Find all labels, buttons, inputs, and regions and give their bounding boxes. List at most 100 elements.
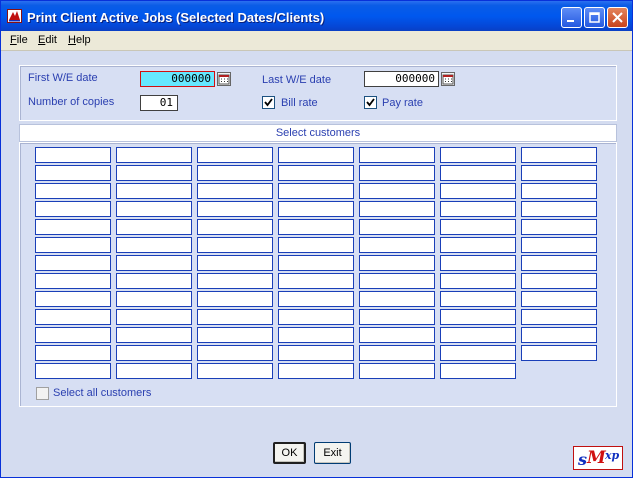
customer-field[interactable] [197,219,273,235]
close-button[interactable] [607,7,628,28]
customer-field[interactable] [440,327,516,343]
customer-field[interactable] [197,201,273,217]
customer-field[interactable] [521,291,597,307]
customer-field[interactable] [116,291,192,307]
customer-field[interactable] [278,327,354,343]
customer-field[interactable] [440,363,516,379]
menu-help[interactable]: Help [68,34,91,46]
customer-field[interactable] [116,327,192,343]
customer-field[interactable] [35,273,111,289]
first-we-calendar-button[interactable] [217,72,231,86]
customer-field[interactable] [278,255,354,271]
customer-field[interactable] [359,237,435,253]
customer-field[interactable] [521,183,597,199]
customer-field[interactable] [35,237,111,253]
customer-field[interactable] [35,201,111,217]
customer-field[interactable] [278,291,354,307]
customer-field[interactable] [197,147,273,163]
customer-field[interactable] [521,309,597,325]
customer-field[interactable] [278,237,354,253]
select-all-customers-checkbox[interactable] [36,387,49,400]
customer-field[interactable] [116,255,192,271]
customer-field[interactable] [359,255,435,271]
customer-field[interactable] [521,237,597,253]
customer-field[interactable] [116,363,192,379]
customer-field[interactable] [197,327,273,343]
menu-file[interactable]: File [10,34,28,46]
customer-field[interactable] [197,237,273,253]
customer-field[interactable] [35,345,111,361]
customer-field[interactable] [278,345,354,361]
customer-field[interactable] [440,291,516,307]
customer-field[interactable] [278,147,354,163]
customer-field[interactable] [359,183,435,199]
bill-rate-checkbox[interactable] [262,96,275,109]
customer-field[interactable] [278,183,354,199]
customer-field[interactable] [359,291,435,307]
customer-field[interactable] [440,273,516,289]
customer-field[interactable] [359,219,435,235]
customer-field[interactable] [278,165,354,181]
customer-field[interactable] [359,327,435,343]
minimize-button[interactable] [561,7,582,28]
customer-field[interactable] [116,237,192,253]
customer-field[interactable] [440,237,516,253]
customer-field[interactable] [278,273,354,289]
customer-field[interactable] [35,183,111,199]
customer-field[interactable] [197,363,273,379]
customer-field[interactable] [359,363,435,379]
customer-field[interactable] [521,201,597,217]
customer-field[interactable] [35,363,111,379]
customer-field[interactable] [359,201,435,217]
customer-field[interactable] [197,309,273,325]
customer-field[interactable] [35,327,111,343]
customer-field[interactable] [197,291,273,307]
customer-field[interactable] [521,147,597,163]
customer-field[interactable] [440,255,516,271]
customer-field[interactable] [116,219,192,235]
exit-button[interactable]: Exit [314,442,351,464]
customer-field[interactable] [440,165,516,181]
last-we-date-input[interactable]: 000000 [364,71,439,87]
customer-field[interactable] [197,183,273,199]
customer-field[interactable] [521,273,597,289]
customer-field[interactable] [116,165,192,181]
customer-field[interactable] [278,219,354,235]
customer-field[interactable] [116,273,192,289]
customer-field[interactable] [521,327,597,343]
customer-field[interactable] [521,219,597,235]
first-we-date-input[interactable]: 000000 [140,71,215,87]
customer-field[interactable] [116,201,192,217]
customer-field[interactable] [359,273,435,289]
customer-field[interactable] [359,147,435,163]
customer-field[interactable] [359,165,435,181]
customer-field[interactable] [197,273,273,289]
customer-field[interactable] [35,291,111,307]
customer-field[interactable] [440,345,516,361]
customer-field[interactable] [440,147,516,163]
customer-field[interactable] [440,309,516,325]
customer-field[interactable] [359,309,435,325]
customer-field[interactable] [440,201,516,217]
customer-field[interactable] [197,345,273,361]
customer-field[interactable] [521,345,597,361]
customer-field[interactable] [116,309,192,325]
maximize-button[interactable] [584,7,605,28]
last-we-calendar-button[interactable] [441,72,455,86]
customer-field[interactable] [278,201,354,217]
customer-field[interactable] [278,363,354,379]
customer-field[interactable] [521,165,597,181]
customer-field[interactable] [116,183,192,199]
pay-rate-checkbox[interactable] [364,96,377,109]
customer-field[interactable] [35,255,111,271]
menu-edit[interactable]: Edit [38,34,57,46]
customer-field[interactable] [440,183,516,199]
customer-field[interactable] [116,345,192,361]
customer-field[interactable] [35,219,111,235]
customer-field[interactable] [440,219,516,235]
title-bar[interactable]: Print Client Active Jobs (Selected Dates… [1,1,632,31]
ok-button[interactable]: OK [273,442,306,464]
customer-field[interactable] [35,309,111,325]
customer-field[interactable] [197,255,273,271]
customer-field[interactable] [278,309,354,325]
